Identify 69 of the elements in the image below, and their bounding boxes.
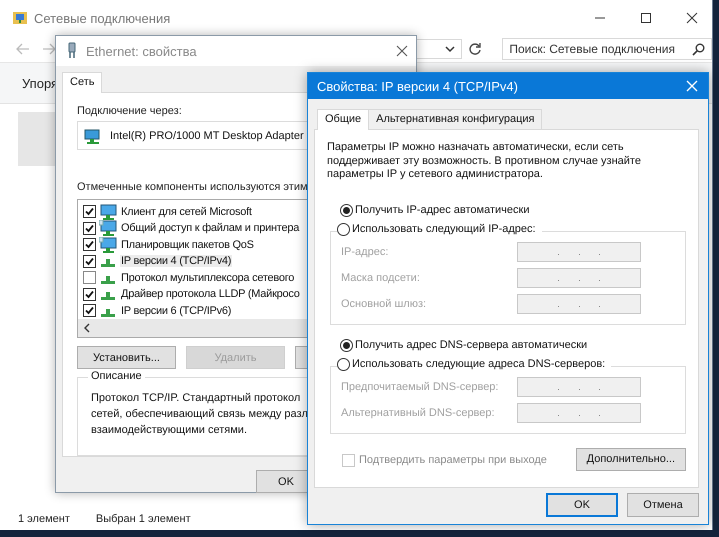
forward-arrow-icon[interactable] [42, 43, 56, 55]
close-icon[interactable] [396, 45, 408, 57]
component-item[interactable]: Клиент для сетей Microsoft [120, 206, 253, 218]
group-title: Описание [88, 370, 145, 382]
ok-button[interactable]: OK [546, 493, 618, 517]
component-item[interactable]: IP версии 6 (TCP/IPv6) [120, 304, 232, 317]
checkbox[interactable] [83, 271, 96, 284]
checkbox[interactable] [83, 254, 96, 268]
status-text: Выбран 1 элемент [96, 513, 191, 525]
ip-address-field[interactable] [517, 402, 641, 422]
tab[interactable]: Сеть [62, 72, 102, 93]
ethernet-plug-icon [66, 42, 78, 60]
tab[interactable]: Альтернативная конфигурация [368, 109, 542, 129]
window-title: Сетевые подключения [34, 10, 170, 26]
protocol-icon [101, 276, 115, 284]
dialog-title: Свойства: IP версии 4 (TCP/IPv4) [317, 78, 518, 94]
computer-icon [99, 220, 117, 236]
ip-address-field[interactable] [517, 242, 641, 262]
checkbox[interactable] [83, 205, 96, 218]
ip-address-field[interactable] [517, 376, 641, 396]
computer-icon [99, 236, 117, 253]
component-item[interactable]: IP версии 4 (TCP/IPv4) [120, 255, 232, 268]
protocol-icon [101, 292, 115, 300]
checkbox[interactable] [83, 238, 96, 252]
checkbox[interactable] [83, 288, 96, 301]
adapter-name: Intel(R) PRO/1000 MT Desktop Adapter [110, 130, 304, 142]
advanced-button[interactable]: Дополнительно... [576, 448, 686, 470]
radio-button[interactable] [340, 338, 353, 352]
field-label: Альтернативный DNS-сервер: [341, 406, 496, 418]
radio-label[interactable]: Использовать следующие адреса DNS-серверов: [352, 358, 606, 370]
component-item[interactable]: Драйвер протокола LLDP (Майкросо [120, 288, 301, 300]
network-folder-icon [12, 10, 28, 26]
protocol-icon [101, 259, 115, 268]
radio-label[interactable]: Получить адрес DNS-сервера автоматически [355, 339, 588, 351]
field-label: Подключение через: [77, 105, 182, 117]
button[interactable]: Установить... [77, 346, 176, 370]
radio-button[interactable] [340, 204, 353, 216]
network-adapter-icon [84, 128, 102, 144]
status-text: 1 элемент [18, 513, 70, 525]
component-item[interactable]: Общий доступ к файлам и принтера [120, 222, 300, 234]
cancel-button[interactable]: Отмена [627, 493, 699, 517]
dialog-title: Ethernet: свойства [86, 44, 197, 58]
field-label: Маска подсети: [341, 272, 421, 284]
ip-address-field[interactable] [517, 294, 641, 314]
ip-address-field[interactable] [517, 268, 641, 288]
radio-button[interactable] [337, 358, 350, 370]
component-item[interactable]: Планировщик пакетов QoS [120, 238, 255, 251]
description-text: Протокол TCP/IP. Стандартный протокол сетей, обеспечивающий связь между разл взаимодействующими сетями. [91, 391, 308, 438]
computer-icon [99, 204, 117, 220]
search-icon [692, 42, 705, 56]
refresh-icon[interactable] [468, 42, 482, 56]
maximize-icon[interactable] [640, 12, 652, 24]
field-label: IP-адрес: [341, 246, 390, 258]
chevron-down-icon[interactable] [445, 45, 456, 53]
radio-button[interactable] [337, 222, 350, 236]
checkbox[interactable] [83, 222, 96, 235]
radio-label[interactable]: Использовать следующий IP-адрес: [352, 223, 536, 235]
search-field[interactable]: Поиск: Сетевые подключения [502, 38, 712, 60]
field-label: Предпочитаемый DNS-сервер: [341, 380, 500, 392]
components-label: Отмеченные компоненты используются этим [77, 181, 308, 194]
tab[interactable]: Общие [317, 109, 370, 130]
intro-text: Параметры IP можно назначать автоматически, если сеть поддерживает эту возможность. В противном случае узнайте параметры IP у сетевого администратора. [327, 141, 641, 182]
protocol-icon [101, 308, 115, 317]
close-icon[interactable] [686, 12, 698, 24]
scroll-left-icon[interactable] [83, 323, 91, 334]
radio-label[interactable]: Получить IP-адрес автоматически [355, 204, 530, 216]
component-item[interactable]: Протокол мультиплексора сетевого [120, 272, 296, 284]
field-label: Основной шлюз: [341, 298, 428, 310]
checkbox[interactable] [83, 304, 96, 318]
